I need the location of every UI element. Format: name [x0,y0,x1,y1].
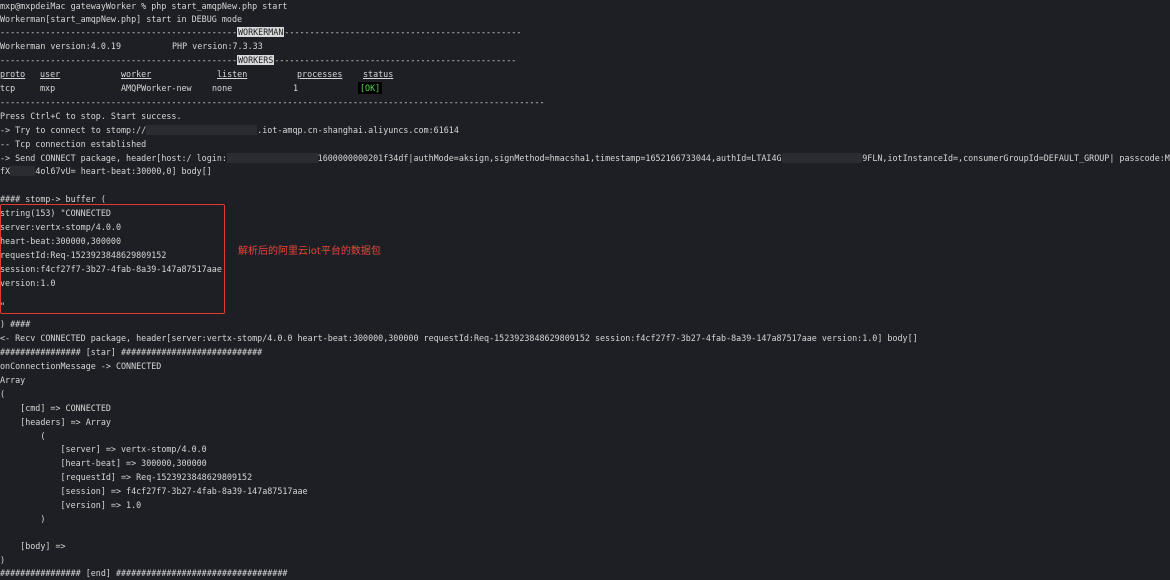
terminal-line: [server] => vertx-stomp/4.0.0 [0,444,207,454]
try-host: .iot-amqp.cn-shanghai.aliyuncs.com:61614 [257,125,459,135]
cell-worker: AMQPWorker-new [121,83,192,93]
cell-user: mxp [40,83,56,93]
separator-dashes: ----------------------------------------… [284,27,522,37]
cell-processes: 1 [293,83,299,93]
terminal-line: <- Recv CONNECTED package, header[server… [0,333,918,343]
column-user: user [40,69,61,79]
terminal-line: -- Tcp connection established [0,139,147,149]
separator-dashes: ----------------------------------------… [0,55,237,65]
terminal-line: [requestId] => Req-1523923848629809152 [0,472,253,482]
terminal-output[interactable]: mxp@mxpdeiMac gatewayWorker % php start_… [0,0,1170,580]
terminal-line: mxp@mxpdeiMac gatewayWorker % php start_… [0,1,288,11]
send-prefix: -> Send CONNECT package, header[host:/ l… [0,153,227,163]
column-proto: proto [0,69,26,79]
send2-prefix: fX [0,166,11,176]
annotation-highlight-box [0,204,225,314]
version-line: Workerman version:4.0.19 PHP version:7.3… [0,40,263,52]
terminal-line: [version] => 1.0 [0,500,142,510]
separator-full: ----------------------------------------… [0,97,545,107]
terminal-line: Array [0,375,26,385]
terminal-line: [headers] => Array [0,417,111,427]
terminal-line: ( [0,431,46,441]
workerman-label: WORKERMAN [236,27,285,37]
column-listen: listen [217,69,248,79]
separator-workers: ----------------------------------------… [0,54,516,66]
send-tail: 9FLN,iotInstanceId=,consumerGroupId=DEFA… [862,153,1170,163]
cell-listen: none [212,83,233,93]
php-version: PHP version:7.3.33 [172,41,263,51]
terminal-line: ( [0,389,6,399]
terminal-line: [heart-beat] => 300000,300000 [0,458,207,468]
redacted-text: xxxxxxxxxxxxxxxxxxxxxx [146,125,258,135]
column-worker: worker [121,69,152,79]
redacted-text: xxxxxxxxxxxxxxxxxx [226,153,318,163]
workers-label: WORKERS [236,55,275,65]
workers-table-row: tcp mxp AMQPWorker-new none 1 [OK] [0,82,420,94]
terminal-line: [body] => [0,541,66,551]
cell-proto: tcp [0,83,16,93]
column-processes: processes [297,69,343,79]
column-status: status [363,69,394,79]
terminal-line: ) #### [0,319,31,329]
terminal-line: Press Ctrl+C to stop. Start success. [0,111,182,121]
annotation-label: 解析后的阿里云iot平台的数据包 [238,246,381,257]
terminal-line: fXxxxxx4ol67vU= heart-beat:30000,0] body… [0,165,212,177]
terminal-line: [session] => f4cf27f7-3b27-4fab-8a39-147… [0,486,308,496]
terminal-line: onConnectionMessage -> CONNECTED [0,361,162,371]
status-badge: [OK] [358,82,383,94]
send-middle: 1600000000201f34df|authMode=aksign,signM… [317,153,782,163]
try-prefix: -> Try to connect to stomp:// [0,125,147,135]
terminal-line: ################ [end] #################… [0,568,288,578]
terminal-line: ################ [star] ################… [0,347,263,357]
terminal-line: ) [0,514,46,524]
redacted-text: xxxxxxxxxxxxxxxx [781,153,863,163]
terminal-line: ) [0,555,6,565]
separator-dashes: ----------------------------------------… [0,27,237,37]
terminal-line: [cmd] => CONNECTED [0,403,111,413]
separator-workerman: ----------------------------------------… [0,26,521,38]
terminal-line: -> Send CONNECT package, header[host:/ l… [0,152,1170,164]
send2-tail: 4ol67vU= heart-beat:30000,0] body[] [35,166,212,176]
redacted-text: xxxxx [10,166,36,176]
terminal-line: Workerman[start_amqpNew.php] start in DE… [0,14,243,24]
separator-dashes: ----------------------------------------… [274,55,517,65]
workers-table-header: proto user worker listen processes statu… [0,68,420,80]
workerman-version: Workerman version:4.0.19 [0,41,122,51]
terminal-line: -> Try to connect to stomp://xxxxxxxxxxx… [0,124,459,136]
